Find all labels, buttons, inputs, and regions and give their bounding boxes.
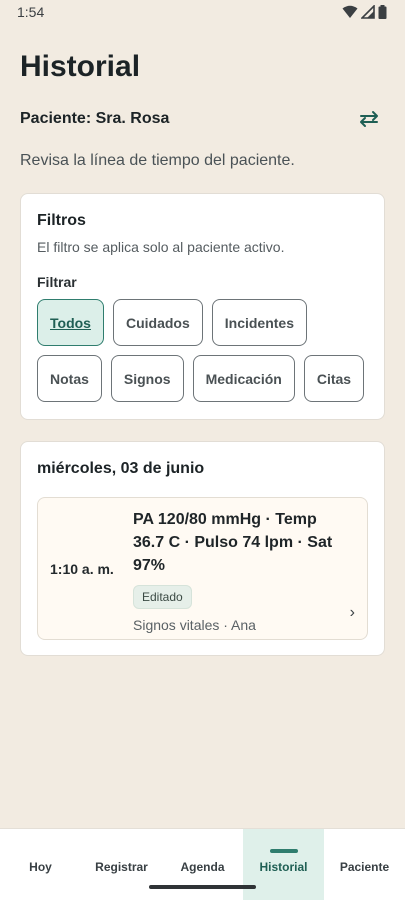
filter-label: Filtrar: [37, 274, 77, 290]
wifi-icon: [342, 5, 358, 18]
nav-item-registrar[interactable]: Registrar: [81, 829, 162, 900]
battery-icon: [378, 5, 387, 19]
filter-chips: Todos Cuidados Incidentes Notas Signos M…: [37, 299, 368, 402]
page-subtitle: Revisa la línea de tiempo del paciente.: [20, 152, 295, 169]
nav-label: Agenda: [180, 859, 225, 874]
filter-chip-cuidados[interactable]: Cuidados: [112, 299, 203, 346]
bottom-nav: Hoy Registrar Agenda Historial Paciente: [0, 828, 405, 900]
chevron-right-icon: ›: [349, 604, 355, 621]
filter-chip-notas[interactable]: Notas: [37, 355, 102, 402]
nav-item-paciente[interactable]: Paciente: [324, 829, 405, 900]
nav-item-historial[interactable]: Historial: [243, 829, 324, 900]
page-title: Historial: [20, 50, 141, 83]
nav-label: Hoy: [29, 859, 52, 874]
timeline-date-heading: miércoles, 03 de junio: [37, 460, 205, 477]
edited-badge: Editado: [133, 585, 192, 609]
filter-chip-todos[interactable]: Todos: [37, 299, 104, 346]
nav-label: Historial: [259, 859, 308, 874]
entry-body: PA 120/80 mmHg · Temp 36.7 C · Pulso 74 …: [133, 508, 343, 633]
nav-label: Paciente: [339, 859, 390, 874]
status-time: 1:54: [17, 4, 45, 20]
entry-meta: Signos vitales · Ana: [133, 617, 256, 633]
filters-note: El filtro se aplica solo al paciente act…: [37, 239, 285, 255]
filter-chip-signos[interactable]: Signos: [110, 355, 184, 402]
signal-icon: [361, 5, 375, 19]
filter-chip-medicacion[interactable]: Medicación: [192, 355, 295, 402]
active-tab-indicator: [269, 849, 298, 853]
patient-label: Paciente: Sra. Rosa: [20, 110, 170, 127]
switch-patient-button[interactable]: [355, 105, 383, 133]
entry-text: PA 120/80 mmHg · Temp 36.7 C · Pulso 74 …: [133, 511, 333, 574]
status-bar: 1:54: [0, 0, 405, 24]
status-icons: [342, 5, 387, 19]
swap-arrows-icon: [360, 111, 378, 127]
home-indicator[interactable]: [149, 885, 256, 889]
timeline-entry[interactable]: 1:10 a. m. PA 120/80 mmHg · Temp 36.7 C …: [37, 497, 368, 640]
patient-row: Paciente: Sra. Rosa: [20, 106, 383, 132]
nav-label: Registrar: [95, 859, 148, 874]
filter-chip-incidentes[interactable]: Incidentes: [211, 299, 307, 346]
filters-card: Filtros El filtro se aplica solo al paci…: [20, 193, 385, 420]
nav-item-hoy[interactable]: Hoy: [0, 829, 81, 900]
timeline-card: miércoles, 03 de junio 1:10 a. m. PA 120…: [20, 441, 385, 656]
filters-title: Filtros: [37, 212, 86, 229]
filter-chip-citas[interactable]: Citas: [303, 355, 365, 402]
entry-time: 1:10 a. m.: [50, 561, 114, 577]
nav-item-agenda[interactable]: Agenda: [162, 829, 243, 900]
